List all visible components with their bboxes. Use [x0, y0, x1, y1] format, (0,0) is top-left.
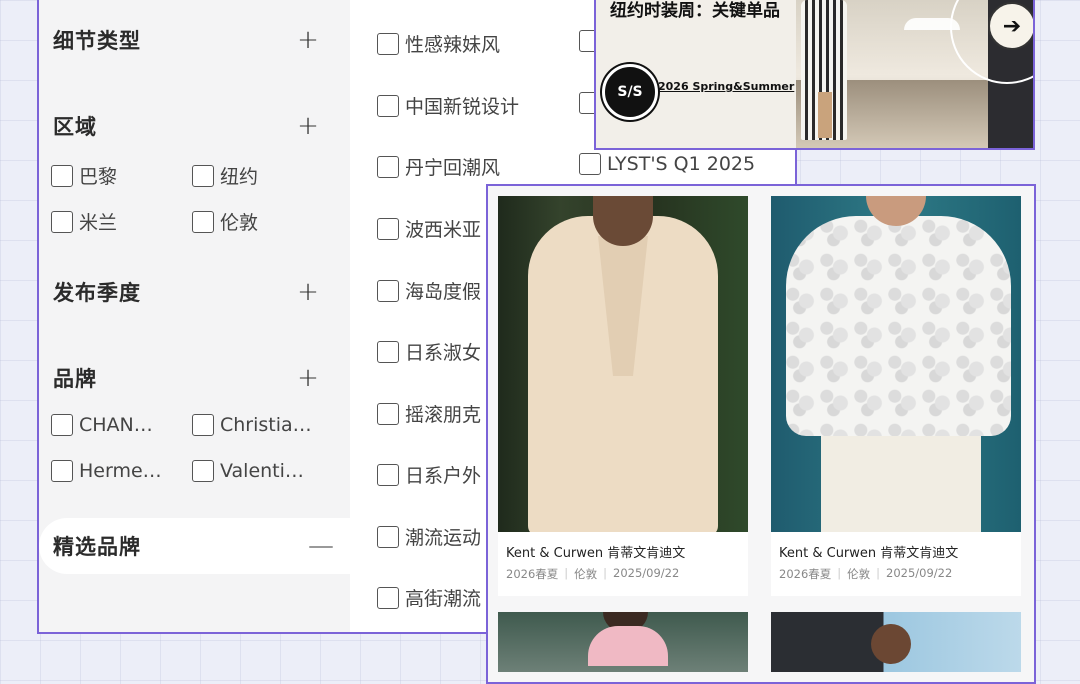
checkbox-brand-hermes[interactable]: Herme…	[51, 460, 169, 482]
checkbox-label: 纽约	[220, 166, 259, 188]
section-title: 细节类型	[53, 29, 141, 53]
checkbox-style[interactable]: 高街潮流	[377, 584, 481, 611]
section-detail-type[interactable]: 细节类型 +	[53, 20, 323, 60]
checkbox-icon[interactable]	[51, 164, 73, 187]
checkbox-icon[interactable]	[579, 153, 601, 175]
section-title: 发布季度	[53, 281, 141, 305]
product-city: 伦敦	[847, 567, 871, 581]
checkbox-icon[interactable]	[377, 586, 399, 609]
checkbox-icon[interactable]	[192, 210, 214, 233]
checkbox-label: 巴黎	[79, 166, 118, 188]
product-card[interactable]	[771, 612, 1021, 672]
checkbox-brand-christian[interactable]: Christia…	[192, 414, 322, 436]
checkbox-style[interactable]: 日系淑女	[377, 338, 481, 365]
checkbox-icon[interactable]	[192, 460, 214, 482]
product-card[interactable]: Kent & Curwen 肯蒂文肯迪文 2026春夏 | 伦敦 | 2025/09…	[498, 196, 748, 596]
checkbox-region-london[interactable]: 伦敦	[192, 208, 258, 235]
checkbox-style[interactable]: 日系户外	[377, 461, 481, 488]
checkbox-region-newyork[interactable]: 纽约	[192, 162, 258, 189]
checkbox-label: 性感辣妹风	[405, 34, 501, 56]
checkbox-label: 米兰	[79, 212, 118, 234]
checkbox-style[interactable]: 性感辣妹风	[377, 30, 500, 57]
checkbox-icon[interactable]	[377, 217, 399, 240]
checkbox-icon[interactable]	[377, 155, 399, 178]
section-title: 区域	[53, 115, 97, 139]
checkbox-label: LYST'S Q1 2025	[607, 153, 756, 175]
ss-logo: S/S	[602, 64, 658, 120]
checkbox-icon[interactable]	[51, 460, 73, 482]
checkbox-label: 丹宁回潮风	[405, 157, 501, 179]
checkbox-style[interactable]: 波西米亚	[377, 215, 481, 242]
checkbox-style[interactable]: 海岛度假	[377, 277, 481, 304]
section-featured-brand[interactable]: 精选品牌 —	[39, 518, 350, 574]
product-image[interactable]	[498, 196, 748, 532]
checkbox-icon[interactable]	[377, 32, 399, 55]
section-region[interactable]: 区域 +	[53, 106, 323, 146]
arrow-right-icon[interactable]: ➔	[988, 2, 1033, 50]
checkbox-label: 潮流运动	[405, 527, 482, 549]
collapse-icon[interactable]: —	[306, 531, 336, 561]
nyfw-banner-card[interactable]: 纽约时装周：关键单品 S/S 2026 Spring&Summer ➔	[594, 0, 1035, 150]
section-title: 精选品牌	[53, 535, 141, 559]
checkbox-style-lyst[interactable]: LYST'S Q1 2025	[579, 153, 755, 175]
product-date: 2025/09/22	[886, 566, 953, 580]
product-meta: 2026春夏 | 伦敦 | 2025/09/22	[779, 566, 953, 581]
checkbox-icon[interactable]	[377, 463, 399, 486]
checkbox-icon[interactable]	[377, 340, 399, 363]
expand-icon[interactable]: +	[293, 111, 323, 141]
checkbox-icon[interactable]	[377, 402, 399, 425]
banner-title: 纽约时装周：关键单品	[610, 1, 780, 21]
checkbox-icon[interactable]	[51, 414, 73, 436]
product-brand: Kent & Curwen 肯蒂文肯迪文	[506, 546, 686, 561]
checkbox-icon[interactable]	[377, 525, 399, 548]
section-season[interactable]: 发布季度 +	[53, 272, 323, 312]
product-image[interactable]	[771, 612, 1021, 672]
checkbox-brand-chanel[interactable]: CHAN…	[51, 414, 169, 436]
product-date: 2025/09/22	[613, 566, 680, 580]
product-brand: Kent & Curwen 肯蒂文肯迪文	[779, 546, 959, 561]
product-season: 2026春夏	[779, 567, 832, 581]
checkbox-icon[interactable]	[377, 94, 399, 117]
expand-icon[interactable]: +	[293, 25, 323, 55]
checkbox-style[interactable]: 中国新锐设计	[377, 92, 519, 119]
checkbox-icon[interactable]	[377, 279, 399, 302]
product-grid: Kent & Curwen 肯蒂文肯迪文 2026春夏 | 伦敦 | 2025/09…	[486, 184, 1036, 684]
checkbox-label: 海岛度假	[405, 281, 482, 303]
checkbox-style[interactable]: 丹宁回潮风	[377, 153, 500, 180]
checkbox-label: 中国新锐设计	[405, 96, 520, 118]
product-season: 2026春夏	[506, 567, 559, 581]
checkbox-label: 波西米亚	[405, 219, 482, 241]
product-city: 伦敦	[574, 567, 598, 581]
checkbox-label: 伦敦	[220, 212, 259, 234]
product-card[interactable]	[498, 612, 748, 672]
checkbox-style[interactable]: 摇滚朋克	[377, 400, 481, 427]
product-image[interactable]	[498, 612, 748, 672]
checkbox-icon[interactable]	[192, 164, 214, 187]
checkbox-icon[interactable]	[192, 414, 214, 436]
checkbox-label: 摇滚朋克	[405, 404, 482, 426]
checkbox-icon[interactable]	[51, 210, 73, 233]
checkbox-label: CHAN…	[79, 414, 153, 436]
checkbox-brand-valentino[interactable]: Valenti…	[192, 460, 322, 482]
section-title: 品牌	[53, 367, 97, 391]
checkbox-style[interactable]: 潮流运动	[377, 523, 481, 550]
checkbox-region-paris[interactable]: 巴黎	[51, 162, 117, 189]
filter-sidebar: 细节类型 + 区域 + 巴黎 纽约 米兰 伦敦 发布季度 + 品牌 + CHAN…	[39, 0, 350, 632]
checkbox-label: 日系户外	[405, 465, 482, 487]
product-meta: 2026春夏 | 伦敦 | 2025/09/22	[506, 566, 680, 581]
checkbox-label: Valenti…	[220, 460, 304, 482]
checkbox-label: 日系淑女	[405, 342, 482, 364]
checkbox-region-milan[interactable]: 米兰	[51, 208, 117, 235]
checkbox-label: Herme…	[79, 460, 162, 482]
expand-icon[interactable]: +	[293, 277, 323, 307]
checkbox-label: Christia…	[220, 414, 312, 436]
product-card[interactable]: Kent & Curwen 肯蒂文肯迪文 2026春夏 | 伦敦 | 2025/09…	[771, 196, 1021, 596]
section-brand[interactable]: 品牌 +	[53, 358, 323, 398]
checkbox-label: 高街潮流	[405, 588, 482, 610]
expand-icon[interactable]: +	[293, 363, 323, 393]
season-label: 2026 Spring&Summer	[658, 80, 795, 93]
product-image[interactable]	[771, 196, 1021, 532]
